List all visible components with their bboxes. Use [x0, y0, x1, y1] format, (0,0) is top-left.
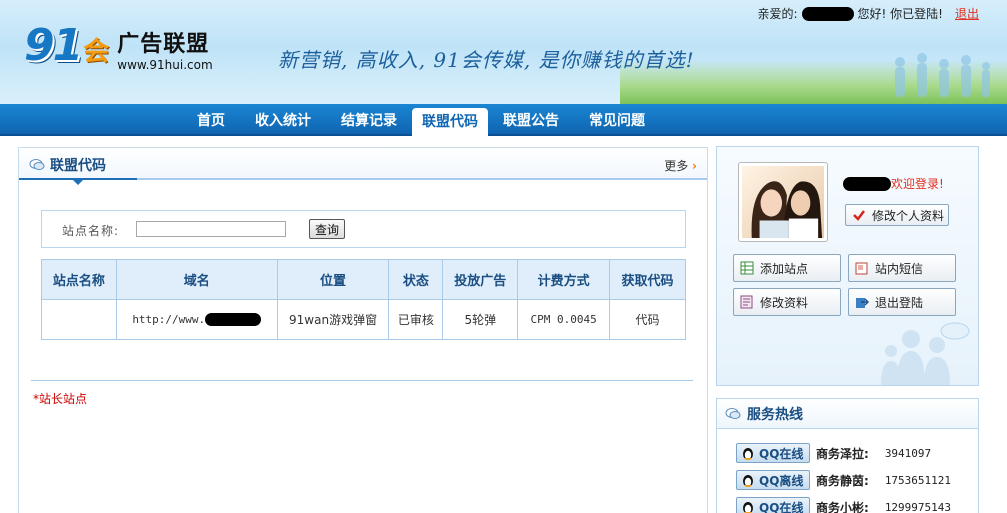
contact-number: 3941097 [884, 446, 932, 460]
panel-title: 联盟代码 [50, 158, 106, 174]
spreadsheet-icon [740, 261, 754, 275]
search-box: 站点名称: 查询 [41, 210, 686, 248]
chat-bubble-icon [725, 407, 741, 419]
qq-offline-button[interactable]: QQ离线 [736, 470, 810, 490]
redacted-username [843, 176, 891, 191]
greeting-prefix: 亲爱的: [757, 7, 798, 21]
panel-header: 联盟代码 更多 › [19, 148, 707, 185]
cell-domain: http://www. [115, 299, 278, 340]
nav-item-settlement[interactable]: 结算记录 [326, 104, 412, 136]
avatar [738, 162, 828, 242]
cell-ads: 5轮弹 [442, 299, 519, 340]
redacted-domain [205, 313, 262, 327]
edit-info-button[interactable]: 修改资料 [733, 288, 841, 316]
people-decoration [881, 322, 970, 385]
site-name-input[interactable] [136, 221, 286, 237]
logo-mark: 91会 [24, 20, 109, 71]
checkmark-icon [853, 210, 865, 221]
contact-number: 1753651121 [884, 473, 952, 487]
table-row: http://www. 91wan游戏弹窗 已审核 5轮弹 CPM 0.0045… [41, 299, 686, 340]
cell-billing: CPM 0.0045 [517, 299, 611, 340]
col-header-get-code: 获取代码 [609, 259, 686, 300]
union-code-panel: 联盟代码 更多 › 站点名称: 查询 站点名称 域名 位置 状态 投放广告 计费… [18, 147, 708, 513]
slogan: 新营销, 高收入, 91会传媒, 是你赚钱的首选! [278, 48, 695, 72]
user-bar: 亲爱的: 您好! 你已登陆! 退出 [757, 5, 979, 22]
qq-online-button[interactable]: QQ在线 [736, 443, 810, 463]
qq-penguin-icon [743, 475, 753, 487]
qq-penguin-icon [743, 502, 753, 513]
nav-item-announcements[interactable]: 联盟公告 [488, 104, 574, 136]
nav-item-income-stats[interactable]: 收入统计 [240, 104, 326, 136]
cell-status: 已审核 [388, 299, 444, 340]
logout-icon [856, 298, 869, 308]
nav-item-home[interactable]: 首页 [182, 104, 240, 136]
edit-document-icon [740, 295, 753, 309]
qq-online-button[interactable]: QQ在线 [736, 497, 810, 513]
contact-name: 商务泽拉: [816, 446, 869, 461]
contact-row: QQ在线 商务泽拉: 3941097 [736, 443, 931, 463]
webmaster-sites-note: *站长站点 [33, 392, 88, 406]
col-header-status: 状态 [388, 259, 444, 300]
logout-link[interactable]: 退出 [955, 5, 979, 22]
sites-table: 站点名称 域名 位置 状态 投放广告 计费方式 获取代码 http://www.… [41, 259, 686, 340]
col-header-position: 位置 [276, 259, 390, 300]
contact-row: QQ离线 商务静茵: 1753651121 [736, 470, 951, 490]
logout-button[interactable]: 退出登陆 [848, 288, 956, 316]
add-site-button[interactable]: 添加站点 [733, 254, 841, 282]
nav-item-faq[interactable]: 常见问题 [574, 104, 660, 136]
site-name-label: 站点名称: [62, 224, 120, 238]
more-link[interactable]: 更多 › [664, 157, 697, 174]
qq-penguin-icon [743, 448, 753, 460]
logo-url: www.91hui.com [117, 58, 213, 72]
service-hotline-panel: 服务热线 QQ在线 商务泽拉: 3941097 QQ离线 商务静茵: 17536… [716, 398, 979, 513]
contact-row: QQ在线 商务小彬: 1299975143 [736, 497, 951, 513]
col-header-domain: 域名 [115, 259, 278, 300]
site-logo[interactable]: 91会 广告联盟 www.91hui.com [24, 24, 213, 74]
welcome-text: 欢迎登录! [843, 175, 944, 192]
nav-item-union-code[interactable]: 联盟代码 [412, 108, 488, 136]
logo-title: 广告联盟 [117, 32, 210, 57]
messages-button[interactable]: 站内短信 [848, 254, 956, 282]
service-panel-header: 服务热线 [717, 399, 978, 429]
chat-bubble-icon [29, 159, 45, 170]
contact-number: 1299975143 [884, 500, 952, 513]
table-header-row: 站点名称 域名 位置 状态 投放广告 计费方式 获取代码 [41, 259, 686, 300]
contact-name: 商务小彬: [816, 500, 869, 513]
redacted-username [801, 6, 854, 21]
divider [31, 380, 693, 381]
message-icon [855, 262, 868, 275]
col-header-billing: 计费方式 [517, 259, 611, 300]
cell-position: 91wan游戏弹窗 [276, 299, 390, 340]
main-nav: 首页 收入统计 结算记录 联盟代码 联盟公告 常见问题 [0, 104, 1007, 136]
edit-profile-button[interactable]: 修改个人资料 [845, 204, 949, 226]
greeting-suffix: 您好! 你已登陆! [857, 7, 943, 21]
people-silhouette-decoration [895, 53, 990, 97]
query-button[interactable]: 查询 [309, 219, 345, 239]
chevron-right-icon: › [692, 159, 697, 173]
get-code-link[interactable]: 代码 [609, 299, 686, 340]
site-header: 91会 广告联盟 www.91hui.com 新营销, 高收入, 91会传媒, … [0, 0, 1007, 104]
col-header-ads: 投放广告 [442, 259, 519, 300]
cell-site-name [41, 299, 117, 340]
account-panel: 欢迎登录! 修改个人资料 添加站点 站内短信 修改资料 退出登陆 [716, 146, 979, 386]
contact-name: 商务静茵: [816, 473, 869, 488]
service-panel-title: 服务热线 [747, 406, 803, 423]
col-header-site-name: 站点名称 [41, 259, 117, 300]
